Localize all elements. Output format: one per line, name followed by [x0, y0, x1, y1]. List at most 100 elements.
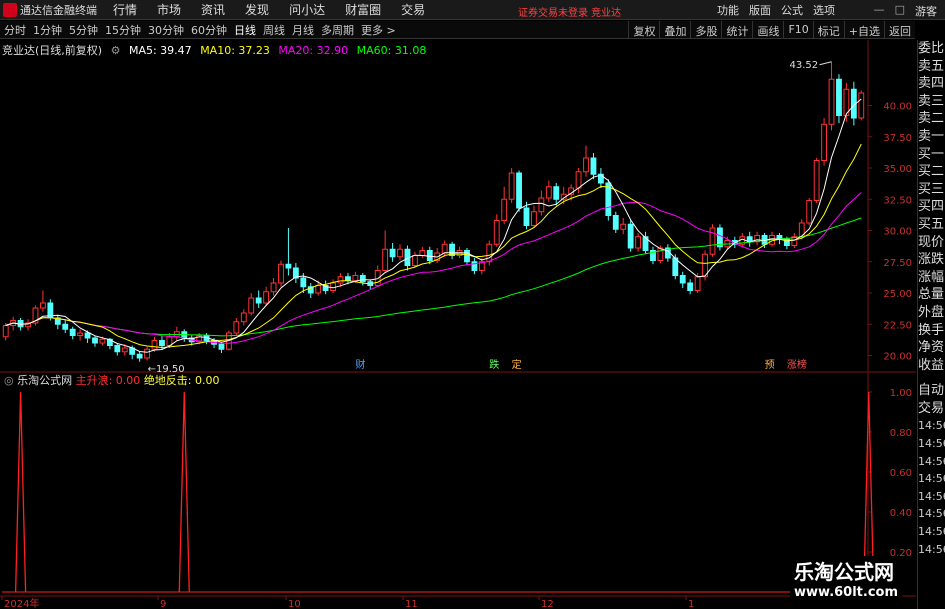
candle-up — [166, 336, 173, 346]
candle-down — [471, 261, 478, 271]
candle-down — [523, 207, 530, 226]
sidebar-item-14: 总量 — [918, 287, 945, 303]
sidebar-item-2: 卖四 — [918, 76, 945, 92]
kline-chart[interactable]: 40.00 37.50 35.00 32.50 30.00 27.50 25.00 22.50… — [0, 0, 945, 609]
sidebar-time-6: 14:56 — [918, 525, 945, 539]
candle-up — [486, 243, 493, 263]
sidebar-time-2: 14:56 — [918, 454, 945, 468]
candle-up — [374, 270, 381, 286]
x-tick-label: 9 — [160, 599, 166, 609]
y-tick-label: 27.50 — [883, 258, 912, 269]
sidebar-time-1: 14:56 — [918, 437, 945, 451]
candle-up — [263, 291, 270, 304]
x-tick-label: 1 — [688, 599, 694, 609]
candle-down — [553, 186, 560, 200]
candle-down — [218, 343, 225, 350]
candle-up — [77, 332, 84, 336]
candle-down — [255, 297, 262, 304]
sidebar-item-0: 委比 — [918, 41, 945, 56]
candle-up — [382, 248, 389, 271]
candle-up — [813, 160, 820, 201]
event-zhangting: 涨榜 — [787, 358, 807, 371]
candle-up — [508, 172, 515, 200]
sidebar-time-5: 14:56 — [918, 507, 945, 521]
candle-up — [545, 186, 552, 199]
candle-down — [62, 323, 69, 330]
sidebar-item-16: 换手 — [918, 322, 945, 338]
candle-down — [92, 337, 98, 344]
ma60-line — [5, 217, 862, 337]
sidebar-item-17: 净资 — [918, 340, 945, 356]
x-tick-label: 2024年 — [4, 597, 39, 609]
candle-up — [441, 243, 448, 254]
event-cai: 财 — [355, 358, 365, 371]
sidebar-item-13: 涨幅 — [918, 269, 945, 285]
candle-up — [121, 347, 128, 353]
candle-up — [240, 312, 247, 323]
candle-up — [828, 78, 835, 125]
candle-down — [359, 275, 366, 283]
sidebar-item-4: 卖二 — [918, 111, 945, 127]
candle-up — [315, 285, 322, 294]
ma5-line — [5, 98, 862, 353]
sidebar-item-8: 买三 — [918, 181, 945, 197]
sidebar-item-9: 买四 — [918, 199, 945, 215]
ind-tick-label: 0.80 — [890, 428, 912, 439]
y-tick-label: 25.00 — [883, 289, 912, 300]
candle-down — [136, 353, 143, 359]
ma20-line — [5, 192, 862, 344]
candle-down — [679, 275, 686, 284]
sidebar-item-18: 收益 — [918, 357, 945, 373]
candle-up — [397, 248, 403, 258]
high-marker-arrow — [819, 61, 832, 66]
candle-up — [538, 197, 545, 213]
candle-up — [337, 276, 344, 284]
x-tick-label: 11 — [405, 599, 418, 609]
sidebar-item-5: 卖一 — [918, 128, 945, 144]
candle-up — [635, 236, 642, 249]
sidebar-time-4: 14:56 — [918, 489, 945, 503]
candle-up — [233, 321, 240, 334]
event-die: 跌 — [489, 358, 499, 371]
sidebar-item-11: 现价 — [918, 234, 945, 250]
candle-down — [612, 215, 619, 230]
candle-up — [694, 276, 701, 291]
candle-down — [836, 78, 842, 116]
candle-down — [516, 172, 522, 209]
candle-up — [330, 282, 336, 291]
candle-up — [575, 171, 582, 189]
ind-tick-label: 0.40 — [890, 508, 912, 519]
candle-up — [657, 247, 664, 261]
sidebar-item-12: 涨跌 — [918, 252, 945, 268]
ma10-line — [5, 143, 862, 349]
sidebar-lower-0: 自动 — [918, 383, 945, 399]
candle-down — [464, 250, 470, 263]
y-tick-label: 22.50 — [883, 320, 912, 331]
indicator-header: ◎ 乐淘公式网 主升浪: 0.00 绝地反击: 0.00 — [4, 373, 220, 387]
candle-down — [426, 250, 433, 261]
candle-down — [84, 332, 91, 339]
sidebar-time-7: 14:56 — [918, 542, 945, 556]
candle-down — [687, 282, 694, 291]
candle-up — [620, 223, 627, 230]
sidebar-item-1: 卖五 — [918, 58, 945, 74]
candle-up — [2, 325, 9, 338]
sidebar-item-6: 买一 — [918, 146, 945, 162]
candle-up — [858, 92, 865, 119]
candle-down — [627, 223, 634, 249]
candle-up — [352, 275, 359, 281]
watermark-url: www.60lt.com — [790, 585, 903, 600]
signal-spike — [178, 391, 190, 593]
y-tick-label: 35.00 — [883, 164, 912, 175]
event-ding: 定 — [512, 358, 522, 371]
signal-spike — [14, 391, 27, 593]
candle-up — [270, 282, 277, 293]
candle-up — [806, 200, 813, 224]
sidebar-item-10: 买五 — [918, 216, 945, 232]
watermark-title: 乐淘公式网 — [790, 556, 898, 585]
y-tick-label: 30.00 — [883, 227, 912, 238]
candle-up — [278, 263, 284, 284]
candle-down — [389, 248, 396, 258]
candle-down — [345, 276, 351, 281]
candle-up — [501, 198, 508, 221]
